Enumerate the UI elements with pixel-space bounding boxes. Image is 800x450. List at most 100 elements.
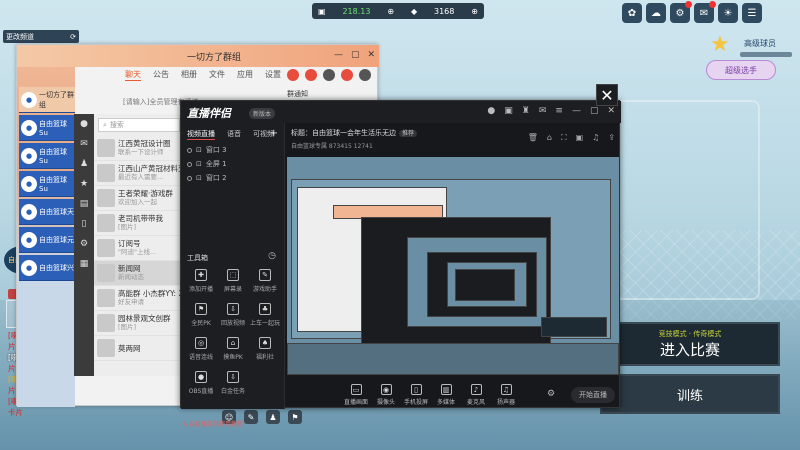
- list-item[interactable]: 江西山产黄冠材料交...最近有人需要...: [94, 161, 184, 186]
- game-close-button[interactable]: ✕: [596, 84, 618, 106]
- add-member-icon[interactable]: [341, 69, 353, 81]
- settings-icon[interactable]: ⚙: [74, 234, 94, 254]
- qq-tab[interactable]: 文件: [209, 69, 225, 81]
- source-button[interactable]: ♪ 麦克风: [463, 384, 489, 406]
- source-button[interactable]: ▥ 多媒体: [433, 384, 459, 406]
- scene-item[interactable]: ⊡ 窗口 2: [181, 171, 284, 185]
- tutorial-link[interactable]: A 会直播伴侣使用教程: [183, 419, 243, 428]
- scene-item[interactable]: ⊡ 全屏 1: [181, 157, 284, 171]
- fullscreen-icon[interactable]: ⛶: [561, 133, 567, 143]
- list-item[interactable]: 江西黄冠设计圈 联系一下设计师: [94, 136, 184, 161]
- qq-search-input[interactable]: ⌕ 搜索: [98, 118, 180, 132]
- add-scene-icon[interactable]: +: [270, 128, 278, 139]
- room-title[interactable]: 标题：自由篮球一会年生活乐无边 推荐: [291, 128, 418, 138]
- qq-contact-item[interactable]: ● 自由篮球天: [19, 199, 75, 225]
- space-icon[interactable]: ★: [74, 174, 94, 194]
- start-live-button[interactable]: 开始直播: [571, 387, 615, 403]
- streamer-mode-tab[interactable]: 语音: [227, 129, 241, 140]
- apps-icon[interactable]: ▦: [74, 254, 94, 274]
- qq-tab[interactable]: 设置: [265, 69, 281, 81]
- maximize-icon[interactable]: ▢: [590, 106, 599, 116]
- toolbox-item[interactable]: ◎ 语音连线: [185, 337, 217, 361]
- qq-contact-item[interactable]: ● 自由篮球兴: [19, 255, 75, 281]
- plus-icon[interactable]: ⊕: [471, 7, 478, 16]
- scene-item[interactable]: ⊡ 窗口 3: [181, 143, 284, 157]
- eye-icon[interactable]: [187, 147, 192, 153]
- source-button[interactable]: ◉ 摄像头: [373, 384, 399, 406]
- eye-icon[interactable]: [187, 161, 192, 167]
- message-icon[interactable]: ✉: [74, 134, 94, 154]
- toolbox-item[interactable]: ✎ 游戏助手: [249, 269, 281, 293]
- phone-icon[interactable]: [287, 69, 299, 81]
- crop-icon[interactable]: ▣: [576, 133, 584, 143]
- settings-icon[interactable]: ⚙: [547, 389, 555, 399]
- list-item[interactable]: 王者荣耀·游戏群 欢迎加入一起: [94, 186, 184, 211]
- lock-icon[interactable]: ⊡: [196, 146, 202, 154]
- qq-contact-item[interactable]: ● 自由篮球元: [19, 227, 75, 253]
- source-button[interactable]: ♫ 扬声器: [493, 384, 519, 406]
- list-item[interactable]: 莫两网: [94, 336, 184, 361]
- bell-icon[interactable]: ♫: [592, 133, 599, 143]
- mail-icon[interactable]: ✉: [539, 106, 547, 116]
- list-item[interactable]: 订阅号 "阿迪"上线...: [94, 236, 184, 261]
- share-icon[interactable]: ⇪: [608, 133, 615, 143]
- list-item[interactable]: 新闻网 新闻动态: [94, 261, 184, 286]
- gift-icon[interactable]: ▣: [504, 106, 513, 116]
- toolbox-item[interactable]: ⌂ 摸鱼PK: [217, 337, 249, 361]
- friends-icon[interactable]: ♟: [266, 410, 280, 424]
- list-item[interactable]: 园林景观文创群 [图片]: [94, 311, 184, 336]
- menu-icon[interactable]: ≡: [555, 106, 563, 116]
- streamer-mode-tab[interactable]: 视频直播: [187, 129, 215, 140]
- minimize-icon[interactable]: —: [572, 106, 581, 116]
- minimize-icon[interactable]: —: [334, 50, 343, 60]
- source-button[interactable]: ▯ 手机投屏: [403, 384, 429, 406]
- list-item[interactable]: 老司机带带我 [图片]: [94, 211, 184, 236]
- toolbox-item[interactable]: ● OBS直播: [185, 371, 217, 395]
- training-button[interactable]: 训练: [600, 374, 780, 414]
- qq-tab[interactable]: 应用: [237, 69, 253, 81]
- toolbox-item[interactable]: ♠ 福利社: [249, 337, 281, 361]
- version-badge[interactable]: 新版本: [249, 108, 276, 119]
- refresh-icon[interactable]: ⟳: [70, 33, 76, 41]
- chat-icon[interactable]: ✎: [244, 410, 258, 424]
- timer-icon[interactable]: ◷: [268, 251, 276, 261]
- toolbox-item[interactable]: ✚ 添加开播: [185, 269, 217, 293]
- video-icon[interactable]: [305, 69, 317, 81]
- qq-tab[interactable]: 相册: [181, 69, 197, 81]
- list-item[interactable]: 高能群 小杰群YY: 2... 好友申请: [94, 286, 184, 311]
- eye-icon[interactable]: [187, 175, 192, 181]
- toolbox-item[interactable]: ⬚ 屏幕录: [217, 269, 249, 293]
- team-icon[interactable]: ⚑: [288, 410, 302, 424]
- lock-icon[interactable]: ⊡: [196, 160, 202, 168]
- lock-icon[interactable]: ⌂: [547, 133, 552, 143]
- maximize-icon[interactable]: ▢: [351, 50, 360, 60]
- qq-tab[interactable]: 聊天: [125, 69, 141, 81]
- qq-contact-item[interactable]: ● 自由篮球Su: [19, 171, 75, 197]
- toolbox-item[interactable]: ♣ 上车一起玩: [249, 303, 281, 327]
- bulb-icon[interactable]: ☀: [718, 3, 738, 23]
- toolbox-item[interactable]: ⇩ 回放视频: [217, 303, 249, 327]
- source-button[interactable]: ▭ 直播画面: [343, 384, 369, 406]
- gift-icon[interactable]: ✿: [622, 3, 642, 23]
- more-icon[interactable]: [359, 69, 371, 81]
- settings-icon[interactable]: ⚙: [670, 1, 692, 23]
- qq-contact-item[interactable]: ● 自由篮球Su: [19, 143, 75, 169]
- close-icon[interactable]: ✕: [607, 106, 615, 116]
- contacts-icon[interactable]: ♟: [74, 154, 94, 174]
- cloud-icon[interactable]: ☁: [646, 3, 666, 23]
- mobile-icon[interactable]: ▯: [74, 214, 94, 234]
- enter-match-button[interactable]: 竞技模式 · 传奇模式 进入比赛: [600, 322, 780, 366]
- toolbox-item[interactable]: ⇩ 白金任务: [217, 371, 249, 395]
- lock-icon[interactable]: ⊡: [196, 174, 202, 182]
- qq-tab[interactable]: 公告: [153, 69, 169, 81]
- plus-icon[interactable]: ⊕: [387, 7, 394, 16]
- shirt-icon[interactable]: ♜: [522, 106, 530, 116]
- delete-icon[interactable]: 🗑: [528, 133, 538, 143]
- profile-icon[interactable]: ●: [74, 114, 94, 134]
- toolbox-item[interactable]: ⚑ 全民PK: [185, 303, 217, 327]
- folder-icon[interactable]: ▤: [74, 194, 94, 214]
- qq-contact-item[interactable]: ● 一切方了群组: [19, 87, 75, 113]
- close-icon[interactable]: ✕: [367, 50, 375, 60]
- menu-icon[interactable]: ☰: [742, 3, 762, 23]
- rank-panel[interactable]: ★ 高级球员 超级选手: [706, 30, 794, 82]
